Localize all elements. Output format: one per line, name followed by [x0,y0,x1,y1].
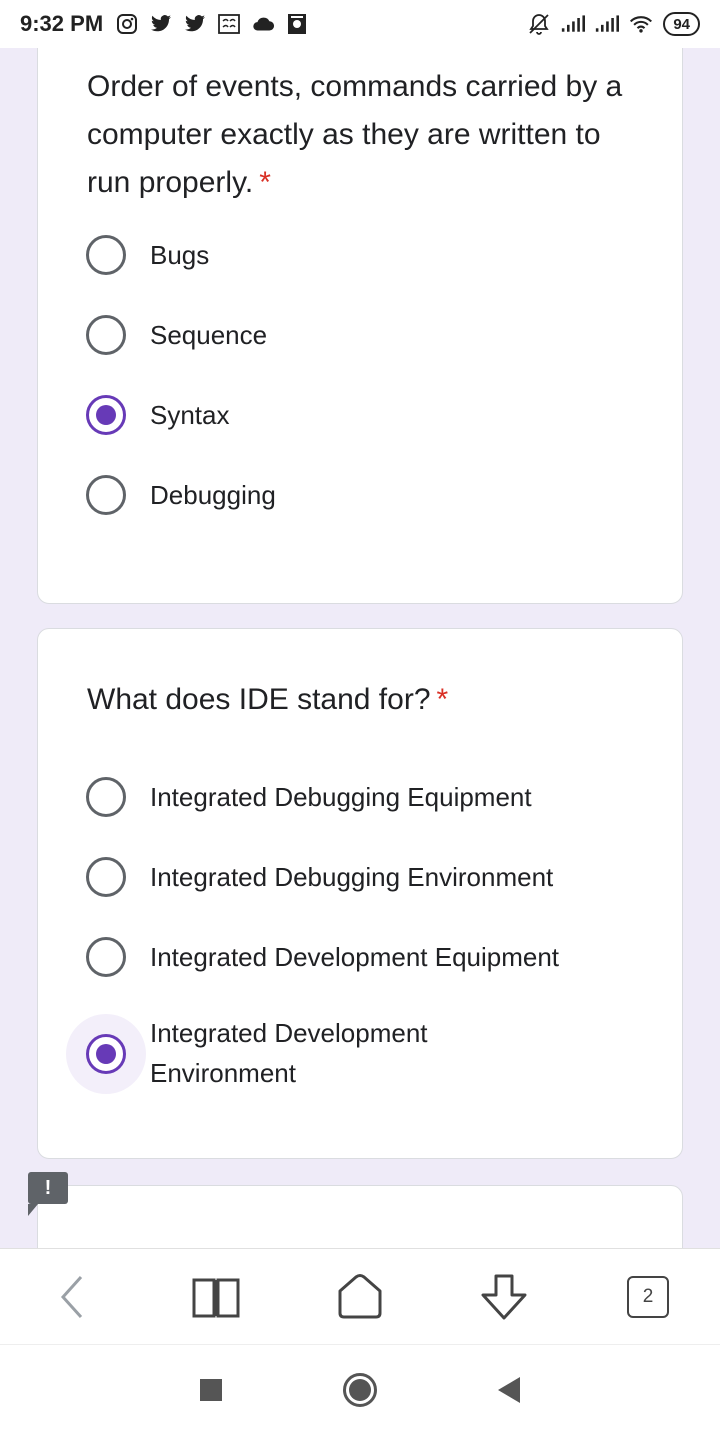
radio-button[interactable] [86,235,126,275]
question-text: Order of events, commands carried by a c… [87,63,642,207]
circle-icon [342,1373,377,1407]
instagram-icon [115,12,139,36]
option-syntax[interactable]: Syntax [86,395,230,435]
option-label: Integrated Debugging Equipment [150,782,532,812]
option-label: Bugs [150,240,210,270]
cloud-icon [251,12,275,36]
radio-button[interactable] [86,857,126,897]
radio-button[interactable] [86,937,126,977]
form-scroll-area[interactable]: Order of events, commands carried by a c… [0,48,720,1248]
app-icon [285,12,309,36]
back-button[interactable] [42,1267,102,1327]
option-label: Integrated Debugging Environment [150,862,554,892]
triangle-back-icon [497,1377,520,1403]
option-integrated-development-environment[interactable]: Integrated Development Environment [66,1013,510,1094]
mute-icon [527,12,551,36]
twitter-icon [183,12,207,36]
status-time: 9:32 PM [20,11,104,36]
download-button[interactable] [474,1267,534,1327]
feedback-badge[interactable]: ! [28,1172,68,1216]
book-icon [192,1278,240,1317]
option-integrated-debugging-environment[interactable]: Integrated Debugging Environment [86,857,553,897]
option-label: Syntax [150,400,230,430]
browser-toolbar: 2 [0,1248,720,1344]
radio-button-selected[interactable] [86,1034,126,1074]
system-nav-bar [0,1344,720,1440]
radio-wrapper [66,1014,146,1094]
radio-button[interactable] [86,777,126,817]
option-sequence[interactable]: Sequence [86,315,267,355]
system-status-icons: 94 [527,12,700,36]
news-icon [217,12,241,36]
option-label: Sequence [150,320,268,350]
question-card-1: Order of events, commands carried by a c… [37,48,683,604]
wifi-icon [629,12,653,36]
status-bar: 9:32 PM 94 [0,0,720,48]
radio-button-selected[interactable] [86,395,126,435]
question-2-text: What does IDE stand for? [87,683,431,716]
tabs-button[interactable]: 2 [618,1267,678,1327]
tab-count: 2 [627,1275,669,1318]
option-debugging[interactable]: Debugging [86,475,276,515]
twitter-icon [149,12,173,36]
required-asterisk: * [436,683,449,716]
option-label: Integrated Development Equipment [150,942,560,972]
home-nav-button[interactable] [342,1372,378,1413]
battery-indicator: 94 [663,12,700,36]
question-1-text: Order of events, commands carried by a c… [87,70,623,199]
back-nav-button[interactable] [497,1376,521,1409]
required-asterisk: * [259,166,271,199]
home-button[interactable] [330,1267,390,1327]
signal-icon [561,12,586,36]
option-label: Integrated Development Environment [150,1018,428,1088]
download-icon [481,1274,527,1319]
option-integrated-development-equipment[interactable]: Integrated Development Equipment [86,937,559,977]
question-card-3 [37,1185,683,1248]
radio-button[interactable] [86,475,126,515]
home-icon [338,1273,382,1318]
signal-icon [595,12,620,36]
option-bugs[interactable]: Bugs [86,235,209,275]
question-card-2: What does IDE stand for? * Integrated Deb… [37,628,683,1159]
recents-button[interactable] [199,1378,223,1407]
notification-icons [115,12,309,36]
chevron-left-icon [60,1275,83,1318]
bookmarks-button[interactable] [186,1267,246,1327]
radio-button[interactable] [86,315,126,355]
question-text: What does IDE stand for? * [87,676,642,724]
square-icon [200,1379,223,1401]
option-label: Debugging [150,480,276,510]
option-integrated-debugging-equipment[interactable]: Integrated Debugging Equipment [86,777,532,817]
